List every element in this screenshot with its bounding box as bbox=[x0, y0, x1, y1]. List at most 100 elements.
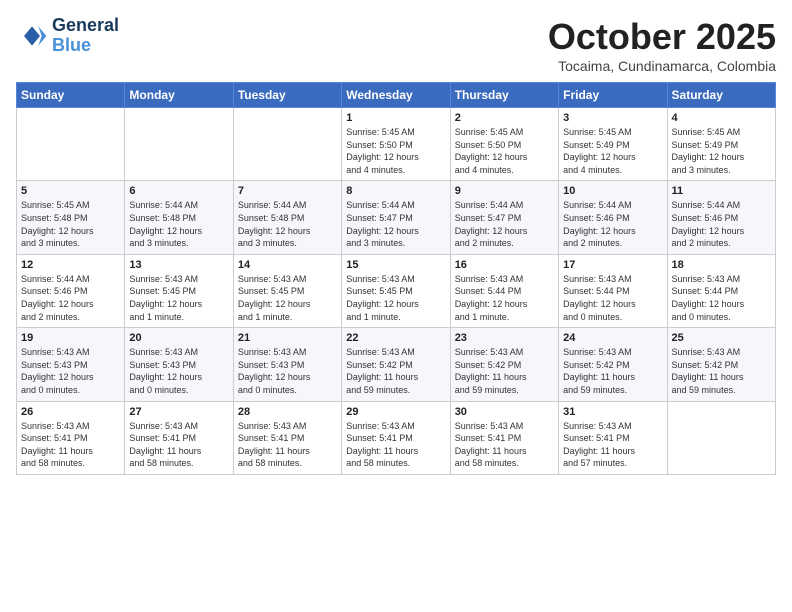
calendar-cell: 7 Sunrise: 5:44 AMSunset: 5:48 PMDaylight… bbox=[233, 181, 341, 254]
day-number: 21 bbox=[238, 332, 337, 344]
day-number: 11 bbox=[672, 185, 771, 197]
page-header: General Blue October 2025 Tocaima, Cundi… bbox=[16, 16, 776, 74]
calendar-cell: 13 Sunrise: 5:43 AMSunset: 5:45 PMDayligh… bbox=[125, 254, 233, 327]
calendar-cell: 2 Sunrise: 5:45 AMSunset: 5:50 PMDaylight… bbox=[450, 108, 558, 181]
day-number: 24 bbox=[563, 332, 662, 344]
calendar-cell bbox=[125, 108, 233, 181]
cell-info: Sunrise: 5:43 AMSunset: 5:44 PMDaylight:… bbox=[672, 273, 771, 323]
cell-info: Sunrise: 5:43 AMSunset: 5:42 PMDaylight:… bbox=[672, 346, 771, 396]
day-number: 8 bbox=[346, 185, 445, 197]
weekday-header: Thursday bbox=[450, 83, 558, 108]
day-number: 17 bbox=[563, 259, 662, 271]
weekday-header: Friday bbox=[559, 83, 667, 108]
calendar-cell: 19 Sunrise: 5:43 AMSunset: 5:43 PMDayligh… bbox=[17, 328, 125, 401]
day-number: 20 bbox=[129, 332, 228, 344]
cell-info: Sunrise: 5:45 AMSunset: 5:48 PMDaylight:… bbox=[21, 199, 120, 249]
calendar-cell: 31 Sunrise: 5:43 AMSunset: 5:41 PMDayligh… bbox=[559, 401, 667, 474]
day-number: 19 bbox=[21, 332, 120, 344]
weekday-header: Monday bbox=[125, 83, 233, 108]
cell-info: Sunrise: 5:45 AMSunset: 5:50 PMDaylight:… bbox=[455, 126, 554, 176]
title-block: October 2025 Tocaima, Cundinamarca, Colo… bbox=[548, 16, 776, 74]
calendar-cell: 12 Sunrise: 5:44 AMSunset: 5:46 PMDayligh… bbox=[17, 254, 125, 327]
cell-info: Sunrise: 5:43 AMSunset: 5:45 PMDaylight:… bbox=[129, 273, 228, 323]
calendar-cell: 8Sunrise: 5:44 AMSunset: 5:47 PMDaylight… bbox=[342, 181, 450, 254]
cell-info: Sunrise: 5:43 AMSunset: 5:41 PMDaylight:… bbox=[346, 420, 445, 470]
calendar-cell: 6Sunrise: 5:44 AMSunset: 5:48 PMDaylight… bbox=[125, 181, 233, 254]
day-number: 6 bbox=[129, 185, 228, 197]
calendar-cell: 4 Sunrise: 5:45 AMSunset: 5:49 PMDaylight… bbox=[667, 108, 775, 181]
cell-info: Sunrise: 5:43 AMSunset: 5:43 PMDaylight:… bbox=[21, 346, 120, 396]
calendar-cell: 15 Sunrise: 5:43 AMSunset: 5:45 PMDayligh… bbox=[342, 254, 450, 327]
day-number: 22 bbox=[346, 332, 445, 344]
day-number: 14 bbox=[238, 259, 337, 271]
cell-info: Sunrise: 5:43 AMSunset: 5:41 PMDaylight:… bbox=[129, 420, 228, 470]
weekday-header: Sunday bbox=[17, 83, 125, 108]
calendar-cell: 1 Sunrise: 5:45 AMSunset: 5:50 PMDaylight… bbox=[342, 108, 450, 181]
cell-info: Sunrise: 5:44 AMSunset: 5:46 PMDaylight:… bbox=[563, 199, 662, 249]
calendar-week-row: 19 Sunrise: 5:43 AMSunset: 5:43 PMDayligh… bbox=[17, 328, 776, 401]
day-number: 27 bbox=[129, 406, 228, 418]
month-title: October 2025 bbox=[548, 16, 776, 58]
logo-text: General Blue bbox=[52, 16, 119, 56]
cell-info: Sunrise: 5:43 AMSunset: 5:41 PMDaylight:… bbox=[563, 420, 662, 470]
cell-info: Sunrise: 5:43 AMSunset: 5:44 PMDaylight:… bbox=[455, 273, 554, 323]
day-number: 10 bbox=[563, 185, 662, 197]
cell-info: Sunrise: 5:45 AMSunset: 5:49 PMDaylight:… bbox=[672, 126, 771, 176]
calendar-table: SundayMondayTuesdayWednesdayThursdayFrid… bbox=[16, 82, 776, 475]
location: Tocaima, Cundinamarca, Colombia bbox=[548, 58, 776, 74]
day-number: 12 bbox=[21, 259, 120, 271]
day-number: 9 bbox=[455, 185, 554, 197]
cell-info: Sunrise: 5:44 AMSunset: 5:47 PMDaylight:… bbox=[455, 199, 554, 249]
cell-info: Sunrise: 5:43 AMSunset: 5:41 PMDaylight:… bbox=[455, 420, 554, 470]
cell-info: Sunrise: 5:43 AMSunset: 5:42 PMDaylight:… bbox=[563, 346, 662, 396]
day-number: 4 bbox=[672, 112, 771, 124]
day-number: 1 bbox=[346, 112, 445, 124]
cell-info: Sunrise: 5:45 AMSunset: 5:50 PMDaylight:… bbox=[346, 126, 445, 176]
calendar-cell: 3 Sunrise: 5:45 AMSunset: 5:49 PMDaylight… bbox=[559, 108, 667, 181]
day-number: 23 bbox=[455, 332, 554, 344]
cell-info: Sunrise: 5:43 AMSunset: 5:45 PMDaylight:… bbox=[238, 273, 337, 323]
logo: General Blue bbox=[16, 16, 119, 56]
day-number: 25 bbox=[672, 332, 771, 344]
logo-icon bbox=[16, 20, 48, 52]
calendar-cell: 27 Sunrise: 5:43 AMSunset: 5:41 PMDayligh… bbox=[125, 401, 233, 474]
calendar-cell: 20 Sunrise: 5:43 AMSunset: 5:43 PMDayligh… bbox=[125, 328, 233, 401]
calendar-week-row: 26 Sunrise: 5:43 AMSunset: 5:41 PMDayligh… bbox=[17, 401, 776, 474]
cell-info: Sunrise: 5:43 AMSunset: 5:43 PMDaylight:… bbox=[129, 346, 228, 396]
cell-info: Sunrise: 5:43 AMSunset: 5:43 PMDaylight:… bbox=[238, 346, 337, 396]
calendar-cell: 28Sunrise: 5:43 AMSunset: 5:41 PMDayligh… bbox=[233, 401, 341, 474]
day-number: 3 bbox=[563, 112, 662, 124]
day-number: 16 bbox=[455, 259, 554, 271]
cell-info: Sunrise: 5:45 AMSunset: 5:49 PMDaylight:… bbox=[563, 126, 662, 176]
day-number: 2 bbox=[455, 112, 554, 124]
calendar-cell bbox=[667, 401, 775, 474]
cell-info: Sunrise: 5:44 AMSunset: 5:46 PMDaylight:… bbox=[672, 199, 771, 249]
calendar-week-row: 1 Sunrise: 5:45 AMSunset: 5:50 PMDaylight… bbox=[17, 108, 776, 181]
day-number: 15 bbox=[346, 259, 445, 271]
day-number: 7 bbox=[238, 185, 337, 197]
cell-info: Sunrise: 5:43 AMSunset: 5:45 PMDaylight:… bbox=[346, 273, 445, 323]
day-number: 26 bbox=[21, 406, 120, 418]
calendar-cell: 11 Sunrise: 5:44 AMSunset: 5:46 PMDayligh… bbox=[667, 181, 775, 254]
calendar-cell: 18 Sunrise: 5:43 AMSunset: 5:44 PMDayligh… bbox=[667, 254, 775, 327]
cell-info: Sunrise: 5:43 AMSunset: 5:44 PMDaylight:… bbox=[563, 273, 662, 323]
calendar-header-row: SundayMondayTuesdayWednesdayThursdayFrid… bbox=[17, 83, 776, 108]
cell-info: Sunrise: 5:43 AMSunset: 5:41 PMDaylight:… bbox=[21, 420, 120, 470]
day-number: 18 bbox=[672, 259, 771, 271]
day-number: 29 bbox=[346, 406, 445, 418]
day-number: 30 bbox=[455, 406, 554, 418]
cell-info: Sunrise: 5:44 AMSunset: 5:46 PMDaylight:… bbox=[21, 273, 120, 323]
calendar-cell: 30 Sunrise: 5:43 AMSunset: 5:41 PMDayligh… bbox=[450, 401, 558, 474]
calendar-week-row: 12 Sunrise: 5:44 AMSunset: 5:46 PMDayligh… bbox=[17, 254, 776, 327]
day-number: 13 bbox=[129, 259, 228, 271]
calendar-cell: 17 Sunrise: 5:43 AMSunset: 5:44 PMDayligh… bbox=[559, 254, 667, 327]
calendar-cell: 16 Sunrise: 5:43 AMSunset: 5:44 PMDayligh… bbox=[450, 254, 558, 327]
calendar-cell: 14 Sunrise: 5:43 AMSunset: 5:45 PMDayligh… bbox=[233, 254, 341, 327]
calendar-cell: 25 Sunrise: 5:43 AMSunset: 5:42 PMDayligh… bbox=[667, 328, 775, 401]
weekday-header: Tuesday bbox=[233, 83, 341, 108]
cell-info: Sunrise: 5:43 AMSunset: 5:41 PMDaylight:… bbox=[238, 420, 337, 470]
day-number: 31 bbox=[563, 406, 662, 418]
calendar-cell: 26 Sunrise: 5:43 AMSunset: 5:41 PMDayligh… bbox=[17, 401, 125, 474]
cell-info: Sunrise: 5:44 AMSunset: 5:48 PMDaylight:… bbox=[238, 199, 337, 249]
day-number: 5 bbox=[21, 185, 120, 197]
